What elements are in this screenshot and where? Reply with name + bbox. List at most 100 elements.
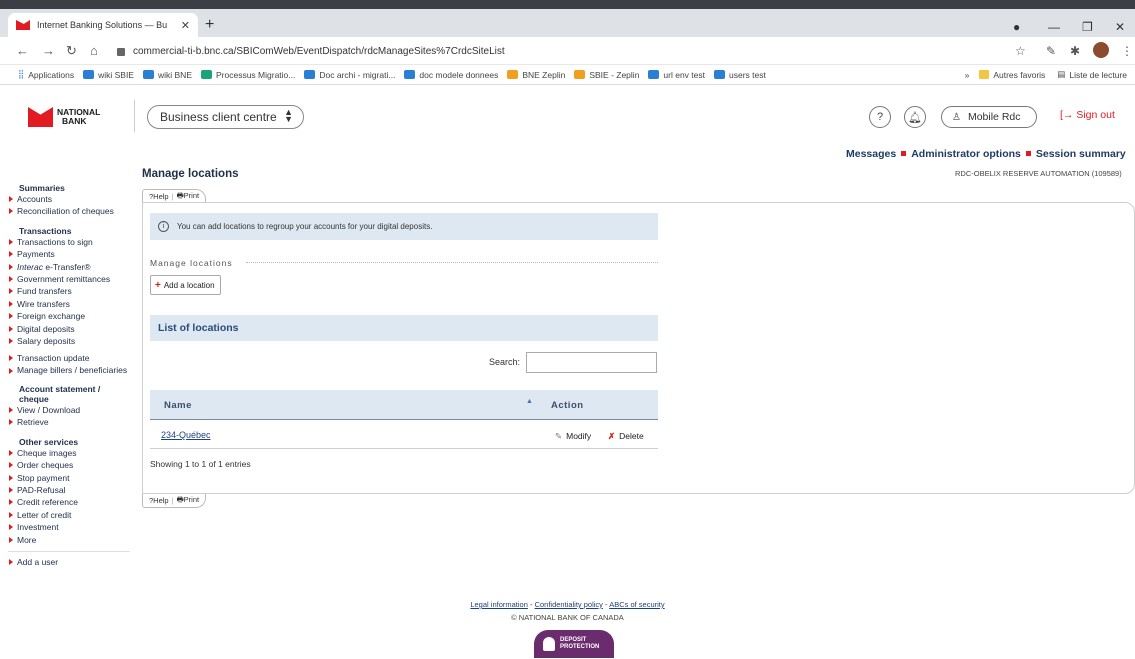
bookmarks-right: » Autres favoris ▤ Liste de lecture bbox=[965, 69, 1127, 80]
bookmark-item[interactable]: Applications bbox=[28, 70, 74, 80]
browser-menu-icon[interactable]: ⋮ bbox=[1121, 44, 1133, 58]
forward-icon[interactable]: → bbox=[42, 43, 55, 58]
bookmark-star-icon[interactable]: ☆ bbox=[1015, 44, 1026, 58]
sidebar: Summaries Accounts Reconciliation of cheq… bbox=[8, 175, 130, 568]
sidebar-item-investment[interactable]: Investment bbox=[8, 521, 130, 533]
bookmark-label: BNE Zeplin bbox=[522, 69, 566, 80]
confidentiality-link[interactable]: Confidentiality policy bbox=[535, 600, 603, 609]
delete-label: Delete bbox=[619, 431, 644, 441]
sidebar-item-pad-refusal[interactable]: PAD-Refusal bbox=[8, 484, 130, 496]
profile-avatar[interactable] bbox=[1093, 42, 1109, 58]
sidebar-item-salary-deposits[interactable]: Salary deposits bbox=[8, 335, 130, 347]
sidebar-item-reconciliation-of-cheques[interactable]: Reconciliation of cheques bbox=[8, 205, 130, 217]
main-panel bbox=[142, 202, 1135, 494]
sidebar-item-more[interactable]: More bbox=[8, 534, 130, 546]
lock-icon bbox=[117, 47, 125, 56]
help-button[interactable]: ? bbox=[869, 106, 891, 128]
top-links: Messages Administrator options Session sum… bbox=[846, 148, 1126, 160]
profile-menu-icon[interactable]: ● bbox=[1013, 20, 1020, 34]
bookmark-item[interactable]: url env test bbox=[648, 70, 705, 80]
sidebar-item-government-remittances[interactable]: Government remittances bbox=[8, 273, 130, 285]
sidebar-item-payments[interactable]: Payments bbox=[8, 248, 130, 260]
admin-options-link[interactable]: Administrator options bbox=[911, 148, 1021, 160]
bookmark-item[interactable]: users test bbox=[714, 70, 766, 80]
bookmark-label: Doc archi - migrati... bbox=[319, 69, 396, 80]
bookmark-label: Applications bbox=[28, 69, 75, 80]
sidebar-item-order-cheques[interactable]: Order cheques bbox=[8, 459, 130, 471]
messages-link[interactable]: Messages bbox=[846, 148, 896, 160]
add-location-button[interactable]: + Add a location bbox=[150, 275, 221, 295]
close-window-icon[interactable]: ✕ bbox=[1115, 20, 1125, 34]
sidebar-item-retrieve[interactable]: Retrieve bbox=[8, 416, 130, 428]
back-icon[interactable]: ← bbox=[16, 43, 29, 58]
lock-icon bbox=[543, 637, 555, 651]
new-tab-icon[interactable]: + bbox=[205, 17, 214, 33]
session-summary-link[interactable]: Session summary bbox=[1036, 148, 1126, 160]
bookmark-item[interactable]: Doc archi - migrati... bbox=[304, 70, 395, 80]
sidebar-heading-statement: Account statement / cheque bbox=[19, 383, 101, 404]
sidebar-item-transaction-update[interactable]: Transaction update bbox=[8, 352, 130, 364]
mobile-rdc-button[interactable]: ♙ Mobile Rdc bbox=[941, 106, 1037, 128]
bookmark-item[interactable]: wiki BNE bbox=[142, 70, 192, 80]
sidebar-item-add-user[interactable]: Add a user bbox=[8, 556, 130, 568]
bookmark-item[interactable]: BNE Zeplin bbox=[507, 70, 565, 80]
sign-out-label: Sign out bbox=[1076, 109, 1115, 121]
sidebar-item-transactions-to-sign[interactable]: Transactions to sign bbox=[8, 236, 130, 248]
legal-link[interactable]: Legal information bbox=[470, 600, 528, 609]
column-header-name[interactable]: Name bbox=[164, 400, 192, 411]
more-bookmarks-icon[interactable]: » bbox=[965, 70, 970, 80]
sidebar-item-stop-payment[interactable]: Stop payment bbox=[8, 472, 130, 484]
info-message: i You can add locations to regroup your … bbox=[150, 213, 658, 240]
notifications-button[interactable]: 🔔︎ bbox=[904, 106, 926, 128]
home-icon[interactable]: ⌂ bbox=[90, 43, 98, 58]
reload-icon[interactable]: ↻ bbox=[66, 43, 77, 59]
delete-button[interactable]: ✗ Delete bbox=[608, 431, 644, 442]
sort-ascending-icon[interactable]: ▲ bbox=[526, 398, 533, 405]
extension-pen-icon[interactable]: ✎ bbox=[1046, 44, 1056, 58]
sidebar-item-view-download[interactable]: View / Download bbox=[8, 404, 130, 416]
restore-icon[interactable]: ❐ bbox=[1082, 20, 1093, 34]
pencil-icon: ✎ bbox=[555, 431, 563, 441]
help-link-top[interactable]: ?Help bbox=[149, 192, 169, 201]
bookmark-icon bbox=[142, 70, 154, 79]
sidebar-item-cheque-images[interactable]: Cheque images bbox=[8, 447, 130, 459]
deposit-protection-badge[interactable]: DEPOSIT PROTECTION bbox=[534, 630, 614, 658]
bookmark-item[interactable]: SBIE - Zeplin bbox=[574, 70, 639, 80]
table-header: Name ▲ Action bbox=[150, 390, 658, 420]
sidebar-heading-transactions: Transactions bbox=[19, 225, 72, 236]
modify-button[interactable]: ✎ Modify bbox=[555, 431, 591, 442]
sidebar-item-interac-etransfer[interactable]: Interac e-Transfer® bbox=[8, 261, 130, 273]
browser-tab[interactable]: Internet Banking Solutions — Bu ✕ bbox=[8, 13, 198, 37]
separator-square bbox=[901, 151, 907, 156]
separator-square bbox=[1025, 151, 1031, 156]
sidebar-item-digital-deposits[interactable]: Digital deposits bbox=[8, 323, 130, 335]
apps-grid-icon[interactable]: ⣿ bbox=[18, 69, 24, 80]
sidebar-item-accounts[interactable]: Accounts bbox=[8, 193, 130, 205]
national-bank-logo[interactable]: NATIONAL BANK bbox=[28, 107, 100, 127]
search-input[interactable] bbox=[526, 352, 657, 373]
sidebar-item-foreign-exchange[interactable]: Foreign exchange bbox=[8, 310, 130, 322]
bookmarks-bar: ⣿ Applications wiki SBIE wiki BNE Processus … bbox=[0, 65, 1135, 85]
close-tab-icon[interactable]: ✕ bbox=[181, 19, 190, 32]
url-field[interactable]: commercial-ti-b.bnc.ca/SBIComWeb/EventDi… bbox=[117, 41, 1037, 62]
reading-list[interactable]: Liste de lecture bbox=[1069, 70, 1127, 80]
minimize-icon[interactable]: — bbox=[1048, 20, 1060, 34]
bookmark-item[interactable]: Processus Migratio... bbox=[201, 70, 295, 80]
site-header: NATIONAL BANK Business client centre ▲ ▼ … bbox=[0, 86, 1135, 146]
location-name-link[interactable]: 234-Québec bbox=[161, 430, 211, 440]
abcs-security-link[interactable]: ABCs of security bbox=[609, 600, 664, 609]
extensions-puzzle-icon[interactable]: ✱ bbox=[1070, 44, 1080, 58]
sidebar-item-letter-of-credit[interactable]: Letter of credit bbox=[8, 509, 130, 521]
sidebar-item-fund-transfers[interactable]: Fund transfers bbox=[8, 285, 130, 297]
bookmark-item[interactable]: wiki SBIE bbox=[83, 70, 134, 80]
sidebar-item-wire-transfers[interactable]: Wire transfers bbox=[8, 298, 130, 310]
sidebar-item-manage-billers-beneficiaries[interactable]: Manage billers / beneficiaries bbox=[8, 365, 130, 376]
bookmark-item[interactable]: doc modele donnees bbox=[404, 70, 498, 80]
sidebar-item-credit-reference[interactable]: Credit reference bbox=[8, 496, 130, 508]
print-link-bottom[interactable]: 🖶︎Print bbox=[177, 494, 200, 507]
other-bookmarks[interactable]: Autres favoris bbox=[993, 70, 1045, 80]
help-link-bottom[interactable]: ?Help bbox=[149, 496, 169, 505]
sign-out-button[interactable]: [→ Sign out bbox=[1060, 109, 1115, 121]
client-centre-select[interactable]: Business client centre ▲ ▼ bbox=[147, 105, 304, 129]
table-row: 234-Québec ✎ Modify ✗ Delete bbox=[150, 421, 658, 449]
